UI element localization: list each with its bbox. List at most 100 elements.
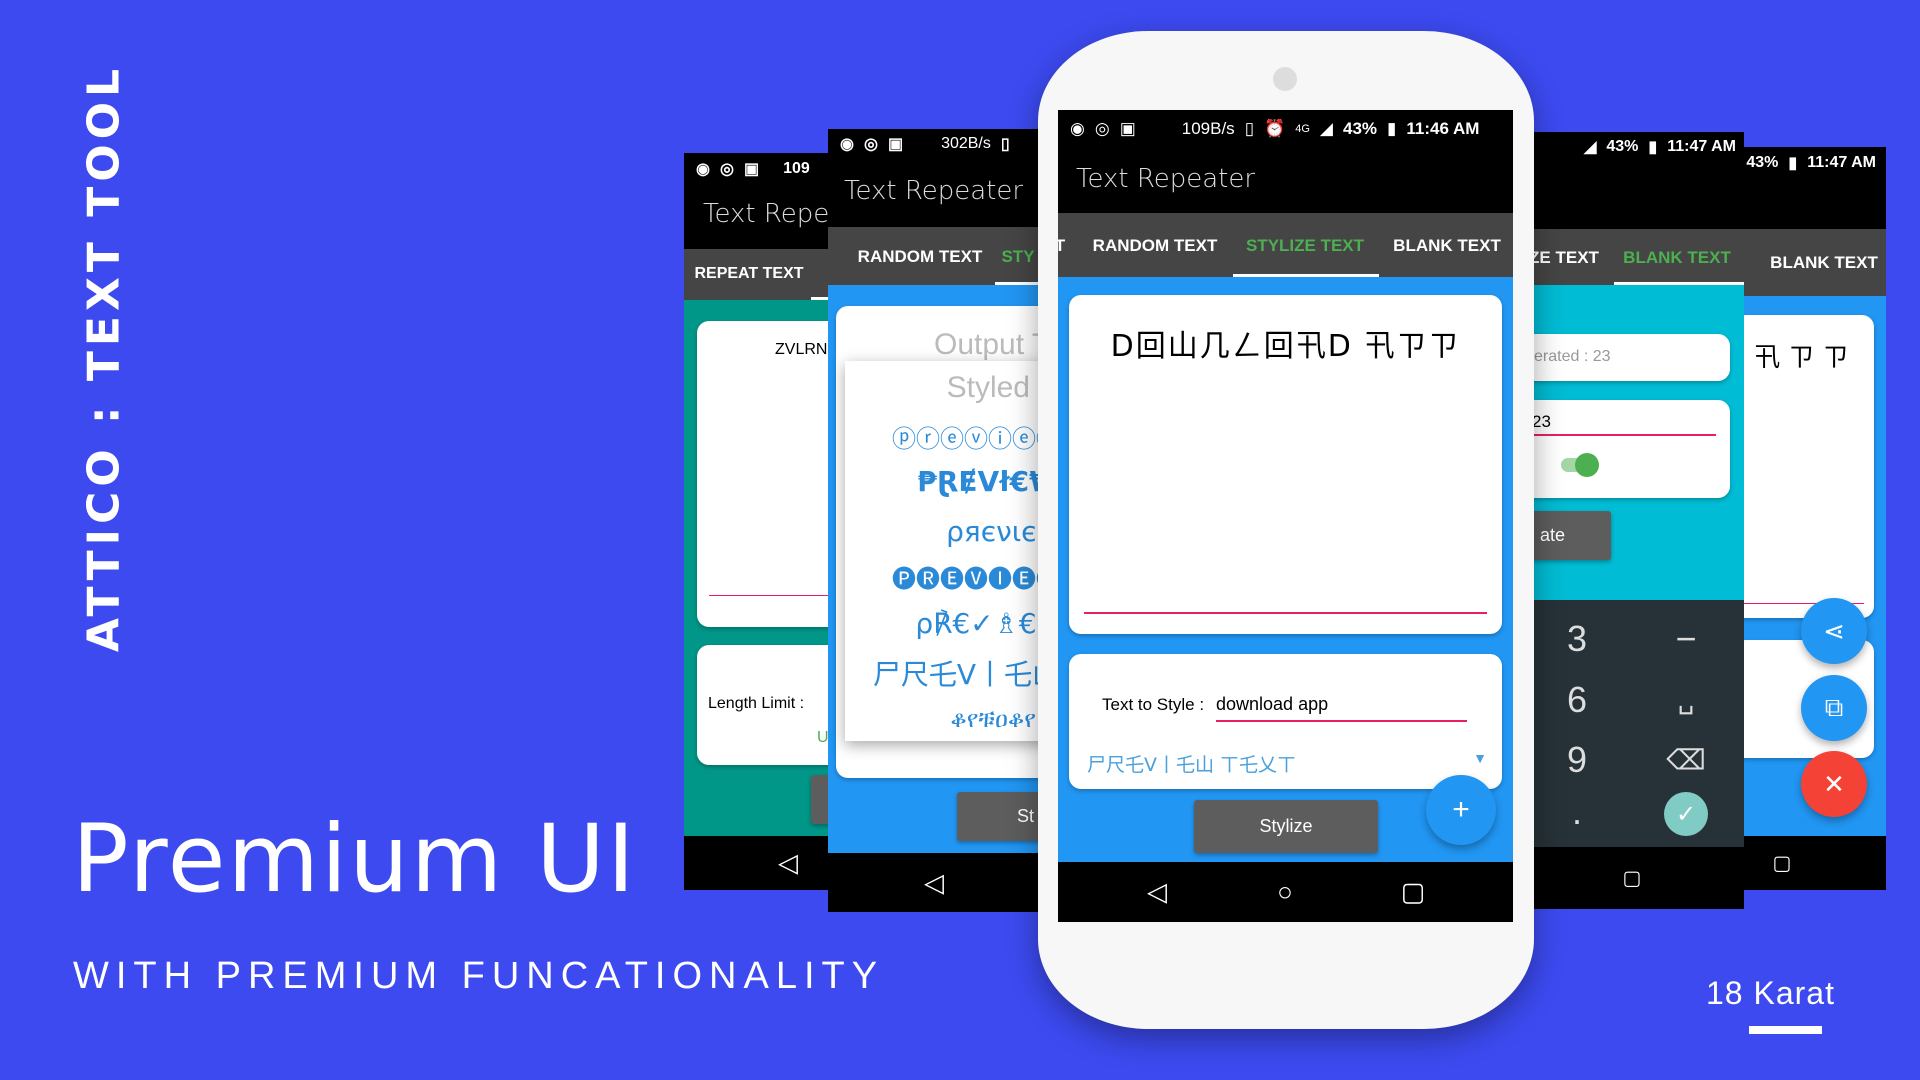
image-icon: ▣ (743, 160, 760, 178)
chrome-icon: ◎ (1094, 119, 1110, 138)
tab-blank-text[interactable]: BLANK TEXT (1770, 253, 1878, 273)
signal-icon: ◢ (1319, 119, 1333, 138)
brand-underline (1749, 1026, 1822, 1034)
tab-repeat-text[interactable]: T (1058, 236, 1065, 256)
tab-blank-text[interactable]: BLANK TEXT (1393, 236, 1501, 256)
toggle-switch[interactable] (1561, 453, 1599, 477)
add-fab[interactable]: + (1426, 775, 1496, 845)
recents-icon[interactable]: ▢ (1773, 851, 1792, 876)
style-option[interactable]: 🅟🅡🅔🅥🅘🅔🅦 (892, 559, 1053, 594)
whatsapp-icon: ◉ (696, 160, 710, 178)
vibrate-icon: ▯ (1244, 119, 1255, 138)
back-icon[interactable]: ◁ (924, 868, 944, 899)
brand-name: 18 Karat (1706, 975, 1835, 1011)
clock: 11:47 AM (1807, 154, 1876, 171)
check-icon[interactable]: ✓ (1664, 792, 1708, 836)
chrome-icon: ◎ (863, 136, 878, 153)
battery-level: 43% (1606, 138, 1639, 155)
unlimited-label: U (817, 729, 829, 746)
app-title: Text Repeater (844, 176, 1024, 206)
alarm-icon: ⏰ (1264, 119, 1286, 138)
backspace-icon[interactable]: ⌫ (1666, 744, 1706, 777)
close-fab[interactable]: ✕ (1801, 751, 1867, 817)
tab-repeat-text[interactable]: REPEAT TEXT (694, 265, 803, 283)
tab-blank-text[interactable]: BLANK TEXT (1623, 248, 1731, 268)
numeric-keyboard: 3 6 9 . − ␣ ⌫ ✓ (1534, 600, 1744, 847)
camera-icon (1273, 67, 1297, 91)
tab-stylize-text[interactable]: STY (1001, 247, 1034, 267)
tab-random-text[interactable]: RANDOM TEXT (1093, 236, 1218, 256)
status-bar: ◉ ◎ ▣ 109B/s ▯ ⏰ 4G ◢ 43% ▮ 11:46 AM (1058, 110, 1513, 148)
output-text: 卂 ㄗ ㄗ (1754, 343, 1849, 373)
status-bar: ◢ 43% ▮ 11:47 AM (1534, 132, 1744, 162)
style-option[interactable]: ₱ⱤɆVł€₩ (917, 465, 1053, 498)
whatsapp-icon: ◉ (840, 136, 854, 153)
key-3[interactable]: 3 (1567, 618, 1587, 660)
style-picker-popup: Styled R ⓟⓡⓔⓥⓘⓔⓦ ₱ⱤɆVł€₩ ρяєνιєω 🅟🅡🅔🅥🅘🅔🅦… (845, 361, 1053, 741)
close-icon: ✕ (1823, 768, 1845, 799)
output-placeholder: Output T (934, 328, 1051, 361)
copy-fab[interactable]: ⧉ (1801, 675, 1867, 741)
back-icon[interactable]: ◁ (1147, 877, 1167, 908)
status-bar: ◉ ◎ ▣ 302B/s ▯ (828, 129, 1053, 159)
styled-output-text: D回山几ㄥ回卂D 卂ㄗㄗ (1110, 329, 1461, 364)
style-selected: 尸尺乇V丨乇山 ㄒ乇乂ㄒ (1087, 754, 1297, 776)
output-card: D回山几ㄥ回卂D 卂ㄗㄗ (1069, 295, 1502, 634)
chevron-down-icon: ▼ (1473, 750, 1487, 766)
length-limit-label: Length Limit : (708, 695, 805, 712)
network-speed: 109 (783, 159, 810, 177)
app-title: Text Repeater (703, 199, 844, 229)
vertical-title: ATTICO : TEXT TOOL (78, 63, 130, 653)
subheadline: WITH PREMIUM FUNCATIONALITY (73, 955, 885, 997)
status-bar: 43% ▮ 11:47 AM (1744, 147, 1886, 179)
clock: 11:46 AM (1406, 119, 1480, 138)
count-input[interactable]: 23 (1534, 412, 1551, 432)
style-option[interactable]: ⓟⓡⓔⓥⓘⓔⓦ (892, 419, 1053, 454)
style-option[interactable]: ρ℟€✓♗€ω (915, 607, 1053, 640)
headline: Premium UI (72, 805, 637, 914)
phone-blank-text: ◢ 43% ▮ 11:47 AM ZE TEXT BLANK TEXT erated :… (1534, 132, 1744, 909)
network-speed: 302B/s (941, 135, 991, 152)
output-text: ZVLRN (775, 341, 828, 358)
plus-icon: + (1452, 793, 1470, 826)
battery-icon: ▮ (1387, 119, 1397, 138)
clock: 11:47 AM (1667, 138, 1736, 155)
vibrate-icon: ▯ (1000, 136, 1010, 153)
share-fab[interactable]: ⋖ (1801, 598, 1867, 664)
image-icon: ▣ (887, 136, 904, 153)
battery-icon: ▮ (1788, 155, 1798, 172)
key-6[interactable]: 6 (1567, 679, 1587, 721)
key-minus[interactable]: − (1675, 618, 1696, 660)
generate-button[interactable]: ate (1534, 511, 1611, 560)
key-period[interactable]: . (1572, 791, 1582, 833)
signal-icon: ◢ (1584, 139, 1597, 156)
style-option[interactable]: 尸尺乇V丨乇山 (873, 653, 1053, 693)
stylize-button[interactable]: Stylize (1194, 800, 1378, 853)
key-9[interactable]: 9 (1567, 739, 1587, 781)
recents-icon[interactable]: ▢ (1623, 866, 1642, 891)
generated-count: erated : 23 (1534, 348, 1611, 365)
share-icon: ⋖ (1823, 615, 1845, 646)
whatsapp-icon: ◉ (1070, 119, 1085, 138)
phone-repeat-text: ◉ ◎ ▣ 109 Text Repeater REPEAT TEXT ZVLRN L… (684, 153, 844, 890)
network-speed: 109B/s (1181, 119, 1235, 138)
network-type: 4G (1295, 123, 1310, 135)
text-to-style-input[interactable]: download app (1216, 694, 1467, 722)
tab-random-text[interactable]: RANDOM TEXT (858, 247, 983, 267)
style-option[interactable]: ρяєνιєω (946, 515, 1053, 548)
app-title: Text Repeater (1076, 164, 1256, 194)
chrome-icon: ◎ (719, 160, 734, 178)
home-icon[interactable]: ○ (1277, 877, 1293, 908)
tab-stylize-text[interactable]: STYLIZE TEXT (1246, 236, 1364, 256)
key-space[interactable]: ␣ (1678, 685, 1695, 716)
phone-stylize-text: ◉ ◎ ▣ 109B/s ▯ ⏰ 4G ◢ 43% ▮ 11:46 AM Text Repe… (1058, 110, 1513, 922)
tab-stylize-text[interactable]: ZE TEXT (1534, 248, 1599, 268)
style-dropdown[interactable]: 尸尺乇V丨乇山 ㄒ乇乂ㄒ ▼ (1087, 750, 1487, 778)
back-icon[interactable]: ◁ (778, 848, 798, 879)
battery-level: 43% (1342, 119, 1378, 138)
phone-stylize-popup: ◉ ◎ ▣ 302B/s ▯ Text Repeater RANDOM TEXT STY … (828, 129, 1053, 912)
text-to-style-label: Text to Style : (1102, 695, 1205, 714)
status-bar: ◉ ◎ ▣ 109 (684, 153, 844, 184)
recents-icon[interactable]: ▢ (1401, 877, 1426, 908)
output-card: ZVLRN (697, 321, 844, 627)
